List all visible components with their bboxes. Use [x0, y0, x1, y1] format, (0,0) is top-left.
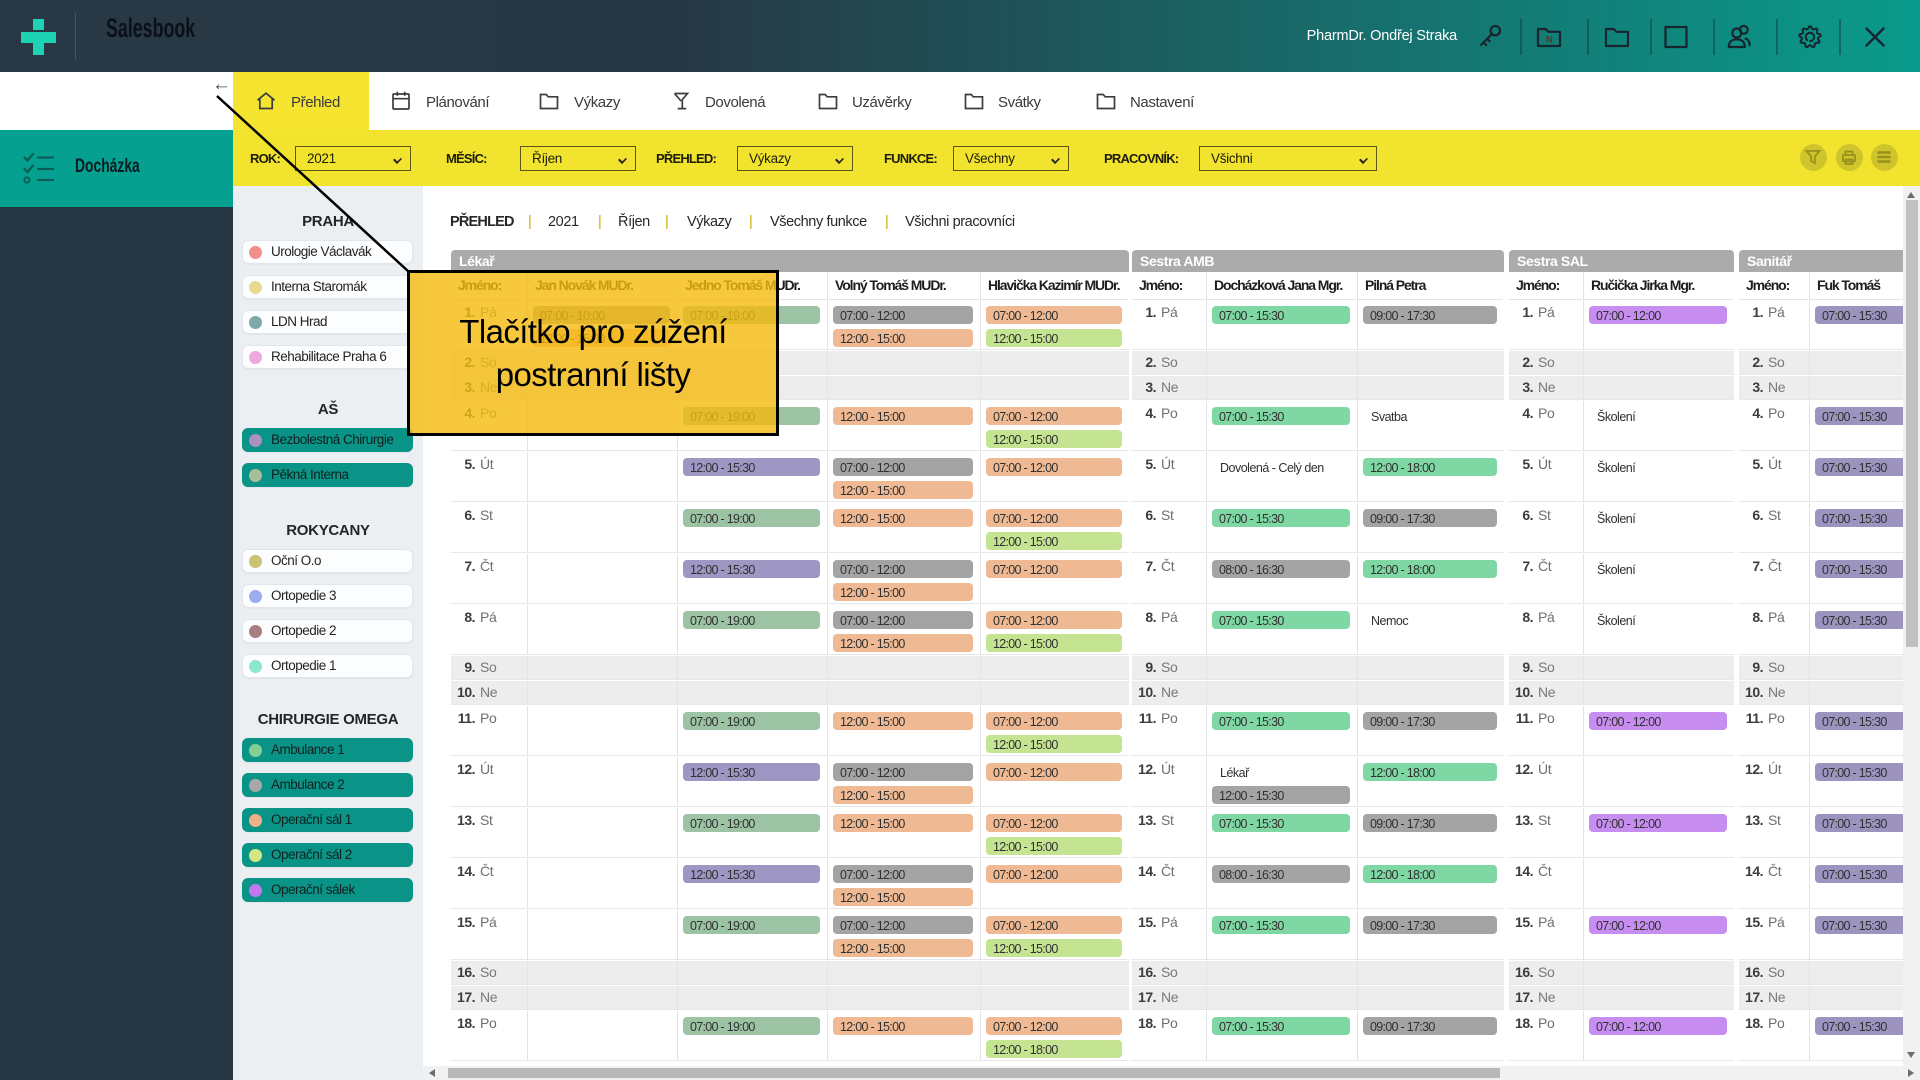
- svg-text:N: N: [1546, 35, 1553, 46]
